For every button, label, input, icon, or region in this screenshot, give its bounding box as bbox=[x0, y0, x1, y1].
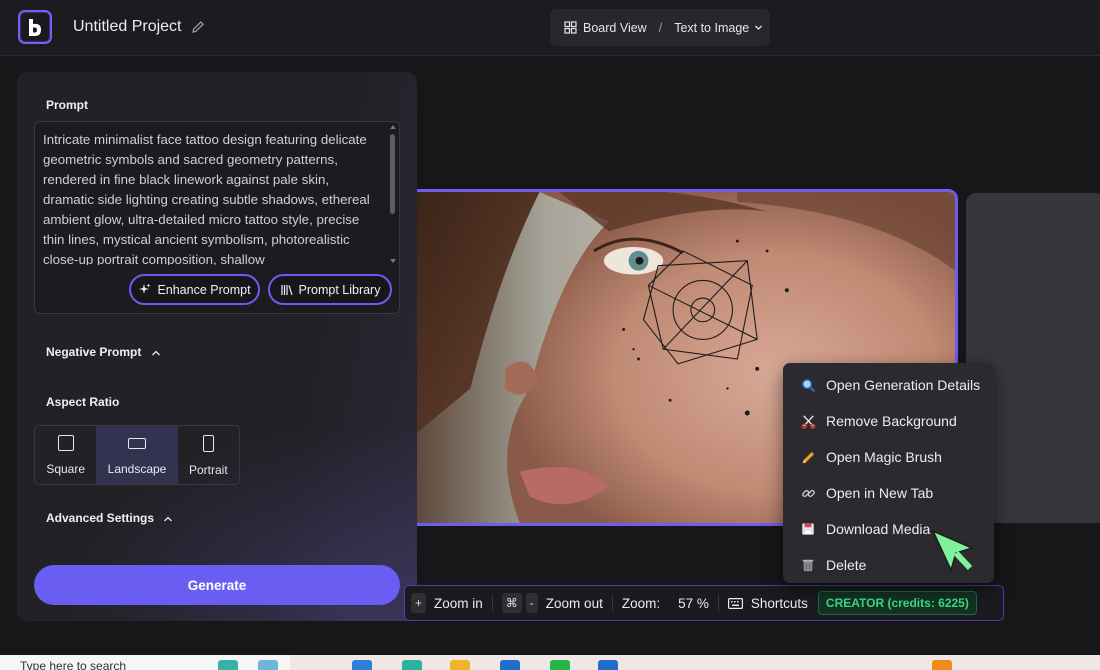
generation-settings-panel: Prompt Intricate minimalist face tattoo … bbox=[17, 72, 417, 621]
sparkle-icon bbox=[139, 283, 151, 294]
os-taskbar: Type here to search bbox=[0, 655, 1100, 670]
aspect-option-square[interactable]: Square bbox=[35, 426, 96, 484]
floppy-disk-icon bbox=[800, 521, 816, 537]
negative-prompt-toggle[interactable]: Negative Prompt bbox=[46, 345, 161, 359]
taskbar-app-icon[interactable] bbox=[598, 660, 618, 670]
menu-item-open-generation-details[interactable]: Open Generation Details bbox=[783, 367, 994, 403]
landscape-shape-icon bbox=[128, 438, 146, 449]
square-shape-icon bbox=[57, 435, 74, 451]
chevron-up-icon bbox=[151, 350, 160, 356]
view-mode-switcher[interactable]: Board View / Text to Image bbox=[550, 9, 770, 46]
negative-prompt-label: Negative Prompt bbox=[46, 345, 142, 359]
menu-label: Download Media bbox=[826, 521, 931, 537]
wastebasket-icon bbox=[800, 557, 816, 573]
advanced-settings-toggle[interactable]: Advanced Settings bbox=[46, 511, 173, 525]
portrait-shape-icon bbox=[202, 435, 214, 452]
board-view-label[interactable]: Board View bbox=[583, 21, 647, 35]
taskbar-app-icon[interactable] bbox=[402, 660, 422, 670]
taskbar-search[interactable]: Type here to search bbox=[0, 655, 290, 670]
pencil-edit-icon[interactable] bbox=[190, 19, 206, 35]
advanced-settings-label: Advanced Settings bbox=[46, 511, 155, 525]
prompt-text[interactable]: Intricate minimalist face tattoo design … bbox=[43, 130, 379, 265]
chevron-down-icon[interactable] bbox=[754, 23, 763, 32]
taskbar-app-icon[interactable] bbox=[450, 660, 470, 670]
credits-badge[interactable]: CREATOR (credits: 6225) bbox=[817, 591, 977, 615]
mouse-pointer-cursor-icon bbox=[931, 529, 975, 573]
toolbar-divider bbox=[611, 595, 613, 611]
menu-label: Delete bbox=[826, 557, 867, 573]
scroll-down-arrow-icon[interactable] bbox=[390, 259, 396, 263]
menu-label: Open in New Tab bbox=[826, 485, 934, 501]
aspect-ratio-label: Aspect Ratio bbox=[46, 395, 120, 409]
scroll-thumb[interactable] bbox=[390, 134, 395, 214]
zoom-value[interactable]: 57 % bbox=[678, 596, 709, 611]
command-key: ⌘ bbox=[501, 593, 522, 613]
menu-label: Open Generation Details bbox=[826, 377, 981, 393]
taskbar-app-icon[interactable] bbox=[550, 660, 570, 670]
app-logo[interactable] bbox=[18, 10, 52, 44]
magnifier-icon bbox=[800, 377, 816, 393]
menu-label: Open Magic Brush bbox=[826, 449, 942, 465]
aspect-label-landscape: Landscape bbox=[107, 462, 167, 476]
prompt-textarea[interactable]: Intricate minimalist face tattoo design … bbox=[34, 121, 400, 314]
menu-item-open-magic-brush[interactable]: Open Magic Brush bbox=[783, 439, 994, 475]
toolbar-divider bbox=[717, 595, 719, 611]
zoom-label: Zoom: bbox=[621, 595, 661, 611]
taskbar-app-icon[interactable] bbox=[352, 660, 372, 670]
scissors-icon bbox=[800, 413, 816, 429]
shortcuts-button[interactable]: Shortcuts bbox=[751, 596, 808, 611]
prompt-label: Prompt bbox=[46, 98, 88, 112]
pencil-icon bbox=[800, 449, 816, 465]
prompt-library-button[interactable]: Prompt Library bbox=[268, 274, 392, 305]
top-bar: Untitled Project Board View / Text to Im… bbox=[0, 0, 1100, 56]
menu-item-open-in-new-tab[interactable]: Open in New Tab bbox=[783, 475, 994, 511]
breadcrumb-separator: / bbox=[658, 20, 663, 35]
aspect-label-square: Square bbox=[46, 462, 86, 476]
board-grid-icon bbox=[564, 21, 577, 34]
menu-label: Remove Background bbox=[826, 413, 957, 429]
link-icon bbox=[800, 485, 816, 501]
zoom-out-button[interactable]: Zoom out bbox=[546, 596, 603, 611]
prompt-scrollbar[interactable] bbox=[388, 124, 398, 264]
logo-b-icon bbox=[29, 19, 41, 36]
taskbar-app-icon[interactable] bbox=[258, 660, 278, 670]
keyboard-icon bbox=[727, 597, 743, 609]
prompt-library-label: Prompt Library bbox=[298, 282, 381, 297]
aspect-option-landscape[interactable]: Landscape bbox=[96, 426, 178, 484]
enhance-prompt-button[interactable]: Enhance Prompt bbox=[129, 274, 260, 305]
aspect-label-portrait: Portrait bbox=[188, 463, 228, 477]
scroll-up-arrow-icon[interactable] bbox=[390, 125, 396, 129]
aspect-ratio-selector: Square Landscape Portrait bbox=[34, 425, 240, 485]
generate-button[interactable]: Generate bbox=[34, 565, 400, 605]
enhance-prompt-label: Enhance Prompt bbox=[157, 282, 251, 297]
project-title[interactable]: Untitled Project bbox=[73, 18, 182, 36]
minus-key: - bbox=[525, 593, 538, 613]
zoom-in-button[interactable]: Zoom in bbox=[434, 596, 483, 611]
menu-item-remove-background[interactable]: Remove Background bbox=[783, 403, 994, 439]
taskbar-app-icon[interactable] bbox=[932, 660, 952, 670]
zoom-in-key: + bbox=[411, 593, 427, 613]
library-books-icon bbox=[280, 285, 293, 296]
toolbar-divider bbox=[491, 595, 493, 611]
canvas-toolbar: + Zoom in ⌘ - Zoom out Zoom: 57 % Shortc… bbox=[404, 585, 1004, 621]
aspect-option-portrait[interactable]: Portrait bbox=[178, 426, 239, 484]
chevron-up-icon bbox=[164, 516, 173, 522]
mode-label[interactable]: Text to Image bbox=[674, 21, 749, 35]
taskbar-app-icon[interactable] bbox=[500, 660, 520, 670]
taskbar-app-icon[interactable] bbox=[218, 660, 238, 670]
